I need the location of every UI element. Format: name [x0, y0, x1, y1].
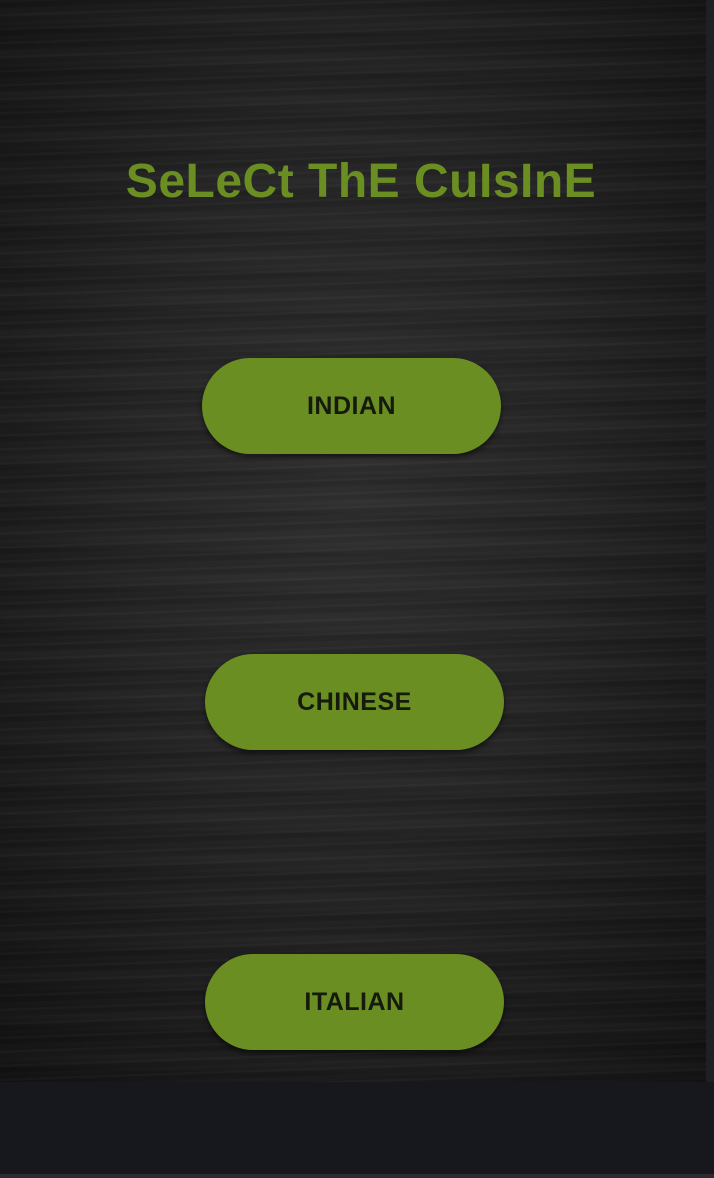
navigation-bar — [0, 1082, 714, 1174]
italian-button[interactable]: ITALIAN — [205, 954, 504, 1050]
chinese-button-label: CHINESE — [297, 687, 412, 716]
indian-button-label: INDIAN — [306, 391, 397, 420]
bottom-divider — [0, 1174, 714, 1178]
page-title: SeLeCt ThE CuIsInE — [125, 155, 597, 208]
indian-button[interactable]: INDIAN — [202, 358, 501, 454]
chinese-button[interactable]: CHINESE — [205, 654, 504, 750]
cuisine-select-screen: SeLeCt ThE CuIsInE INDIAN CHINESE ITALIA… — [0, 0, 714, 1178]
italian-button-label: ITALIAN — [304, 987, 405, 1016]
